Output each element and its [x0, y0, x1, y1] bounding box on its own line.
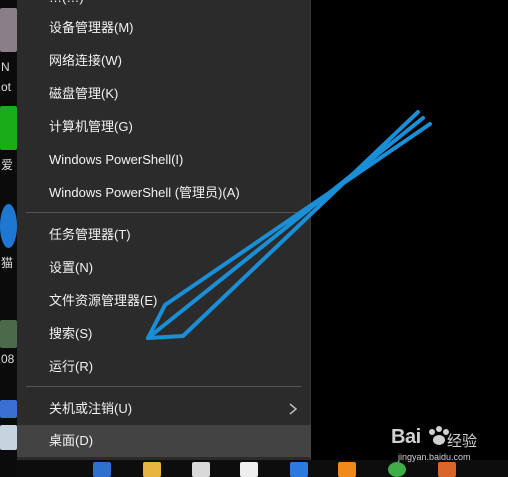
- menu-item-settings[interactable]: 设置(N): [17, 252, 311, 284]
- wechat-icon[interactable]: [0, 106, 17, 150]
- taskbar-app-icon[interactable]: [93, 462, 111, 477]
- watermark-url: jingyan.baidu.com: [398, 452, 471, 462]
- desktop-label-4: 猫: [1, 256, 14, 270]
- desktop-label-2: ot: [1, 80, 12, 94]
- app-icon-2[interactable]: [0, 425, 17, 450]
- menu-item-shutdown-label: 关机或注销(U): [49, 401, 133, 416]
- menu-item-file-explorer[interactable]: 文件资源管理器(E): [17, 285, 311, 317]
- menu-item-disk-management[interactable]: 磁盘管理(K): [17, 78, 311, 110]
- menu-item-powershell[interactable]: Windows PowerShell(I): [17, 144, 311, 176]
- menu-item-task-manager[interactable]: 任务管理器(T): [17, 219, 311, 251]
- desktop-label-5: 08: [1, 352, 15, 366]
- menu-item-device-manager[interactable]: 设备管理器(M): [17, 12, 311, 44]
- menu-item-search[interactable]: 搜索(S): [17, 318, 311, 350]
- menu-item-run[interactable]: 运行(R): [17, 351, 311, 383]
- desktop-label-3: 爱: [1, 158, 14, 172]
- browser-icon[interactable]: [0, 204, 17, 248]
- desktop-shortcut-icon[interactable]: [0, 8, 17, 52]
- winx-context-menu: …(…) 设备管理器(M) 网络连接(W) 磁盘管理(K) 计算机管理(G) W…: [17, 0, 311, 460]
- photo-icon[interactable]: [0, 320, 17, 348]
- taskbar-k-icon[interactable]: [290, 462, 308, 477]
- menu-item-computer-management[interactable]: 计算机管理(G): [17, 111, 311, 143]
- taskbar-uc-icon[interactable]: [338, 462, 356, 477]
- menu-item-powershell-admin[interactable]: Windows PowerShell (管理员)(A): [17, 177, 311, 209]
- menu-item-shutdown-signout[interactable]: 关机或注销(U): [17, 393, 311, 425]
- chevron-right-icon: [289, 403, 298, 415]
- taskbar-grid-icon[interactable]: [192, 462, 210, 477]
- app-icon[interactable]: [0, 400, 17, 418]
- menu-separator: [26, 212, 301, 213]
- menu-separator: [26, 386, 301, 387]
- taskbar-folder-icon[interactable]: [143, 462, 161, 477]
- watermark-brand-cn: 经验: [447, 433, 478, 450]
- watermark-brand: Bai: [391, 426, 421, 448]
- taskbar-mail-icon[interactable]: [240, 462, 258, 477]
- menu-item-network-connections[interactable]: 网络连接(W): [17, 45, 311, 77]
- menu-item-desktop[interactable]: 桌面(D): [17, 425, 311, 457]
- desktop-label-1: N: [1, 60, 10, 74]
